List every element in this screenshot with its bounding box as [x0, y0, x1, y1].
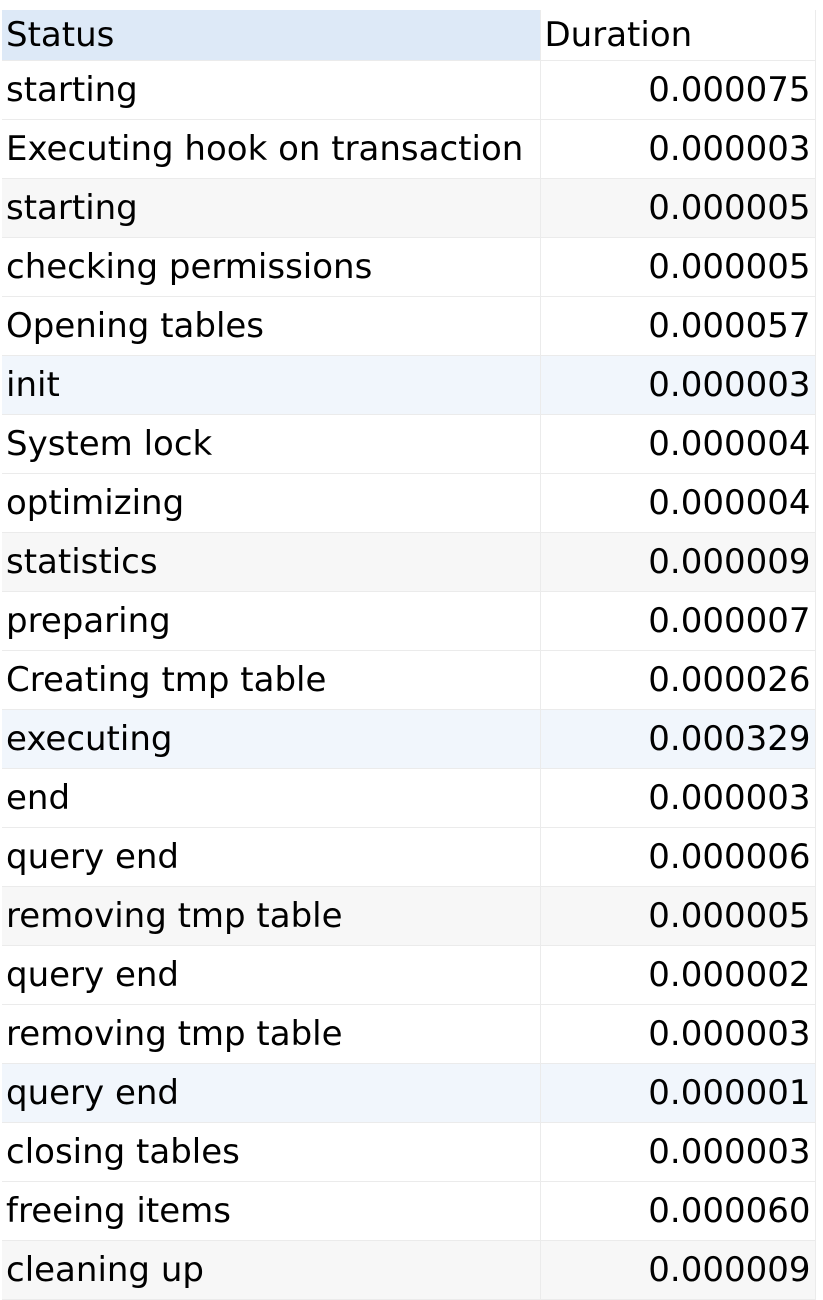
- duration-cell[interactable]: 0.000003: [540, 355, 816, 415]
- status-cell[interactable]: query end: [2, 827, 541, 887]
- status-cell[interactable]: starting: [2, 60, 541, 120]
- status-cell[interactable]: removing tmp table: [2, 886, 541, 946]
- status-cell[interactable]: checking permissions: [2, 237, 541, 297]
- status-cell[interactable]: statistics: [2, 532, 541, 592]
- table-row[interactable]: System lock 0.000004: [2, 414, 816, 474]
- status-cell[interactable]: removing tmp table: [2, 1004, 541, 1064]
- table-row[interactable]: preparing 0.000007: [2, 591, 816, 651]
- status-cell[interactable]: end: [2, 768, 541, 828]
- duration-cell[interactable]: 0.000004: [540, 414, 816, 474]
- duration-cell[interactable]: 0.000004: [540, 473, 816, 533]
- table-row[interactable]: query end 0.000006: [2, 827, 816, 887]
- status-cell[interactable]: freeing items: [2, 1181, 541, 1241]
- duration-cell[interactable]: 0.000057: [540, 296, 816, 356]
- table-row[interactable]: optimizing 0.000004: [2, 473, 816, 533]
- duration-cell[interactable]: 0.000003: [540, 768, 816, 828]
- duration-cell[interactable]: 0.000005: [540, 886, 816, 946]
- table-row[interactable]: Opening tables 0.000057: [2, 296, 816, 356]
- duration-cell[interactable]: 0.000003: [540, 119, 816, 179]
- column-header-status[interactable]: Status: [2, 10, 541, 61]
- table-row[interactable]: cleaning up 0.000009: [2, 1240, 816, 1300]
- table-row[interactable]: end 0.000003: [2, 768, 816, 828]
- duration-cell[interactable]: 0.000001: [540, 1063, 816, 1123]
- duration-cell[interactable]: 0.000026: [540, 650, 816, 710]
- duration-cell[interactable]: 0.000060: [540, 1181, 816, 1241]
- column-header-duration[interactable]: Duration: [540, 10, 816, 61]
- table-row[interactable]: query end 0.000001: [2, 1063, 816, 1123]
- status-cell[interactable]: optimizing: [2, 473, 541, 533]
- duration-cell[interactable]: 0.000003: [540, 1122, 816, 1182]
- table-row[interactable]: removing tmp table 0.000003: [2, 1004, 816, 1064]
- duration-cell[interactable]: 0.000329: [540, 709, 816, 769]
- table-row[interactable]: removing tmp table 0.000005: [2, 886, 816, 946]
- status-cell[interactable]: Creating tmp table: [2, 650, 541, 710]
- table-row[interactable]: starting 0.000075: [2, 60, 816, 120]
- duration-cell[interactable]: 0.000007: [540, 591, 816, 651]
- table-row[interactable]: freeing items 0.000060: [2, 1181, 816, 1241]
- table-row[interactable]: executing 0.000329: [2, 709, 816, 769]
- header-row: Status Duration: [2, 10, 816, 61]
- status-cell[interactable]: preparing: [2, 591, 541, 651]
- table-row[interactable]: init 0.000003: [2, 355, 816, 415]
- status-cell[interactable]: System lock: [2, 414, 541, 474]
- table-row[interactable]: statistics 0.000009: [2, 532, 816, 592]
- status-cell[interactable]: init: [2, 355, 541, 415]
- result-grid: Status Duration starting 0.000075 Execut…: [2, 10, 816, 1300]
- duration-cell[interactable]: 0.000006: [540, 827, 816, 887]
- status-cell[interactable]: Executing hook on transaction: [2, 119, 541, 179]
- status-cell[interactable]: query end: [2, 1063, 541, 1123]
- duration-cell[interactable]: 0.000005: [540, 178, 816, 238]
- duration-cell[interactable]: 0.000075: [540, 60, 816, 120]
- duration-cell[interactable]: 0.000005: [540, 237, 816, 297]
- table-row[interactable]: closing tables 0.000003: [2, 1122, 816, 1182]
- status-cell[interactable]: cleaning up: [2, 1240, 541, 1300]
- duration-cell[interactable]: 0.000009: [540, 1240, 816, 1300]
- status-cell[interactable]: starting: [2, 178, 541, 238]
- table-row[interactable]: query end 0.000002: [2, 945, 816, 1005]
- table-row[interactable]: starting 0.000005: [2, 178, 816, 238]
- table-row[interactable]: Creating tmp table 0.000026: [2, 650, 816, 710]
- status-cell[interactable]: executing: [2, 709, 541, 769]
- duration-cell[interactable]: 0.000009: [540, 532, 816, 592]
- table-row[interactable]: checking permissions 0.000005: [2, 237, 816, 297]
- status-cell[interactable]: query end: [2, 945, 541, 1005]
- duration-cell[interactable]: 0.000002: [540, 945, 816, 1005]
- status-cell[interactable]: closing tables: [2, 1122, 541, 1182]
- duration-cell[interactable]: 0.000003: [540, 1004, 816, 1064]
- table-row[interactable]: Executing hook on transaction 0.000003: [2, 119, 816, 179]
- status-cell[interactable]: Opening tables: [2, 296, 541, 356]
